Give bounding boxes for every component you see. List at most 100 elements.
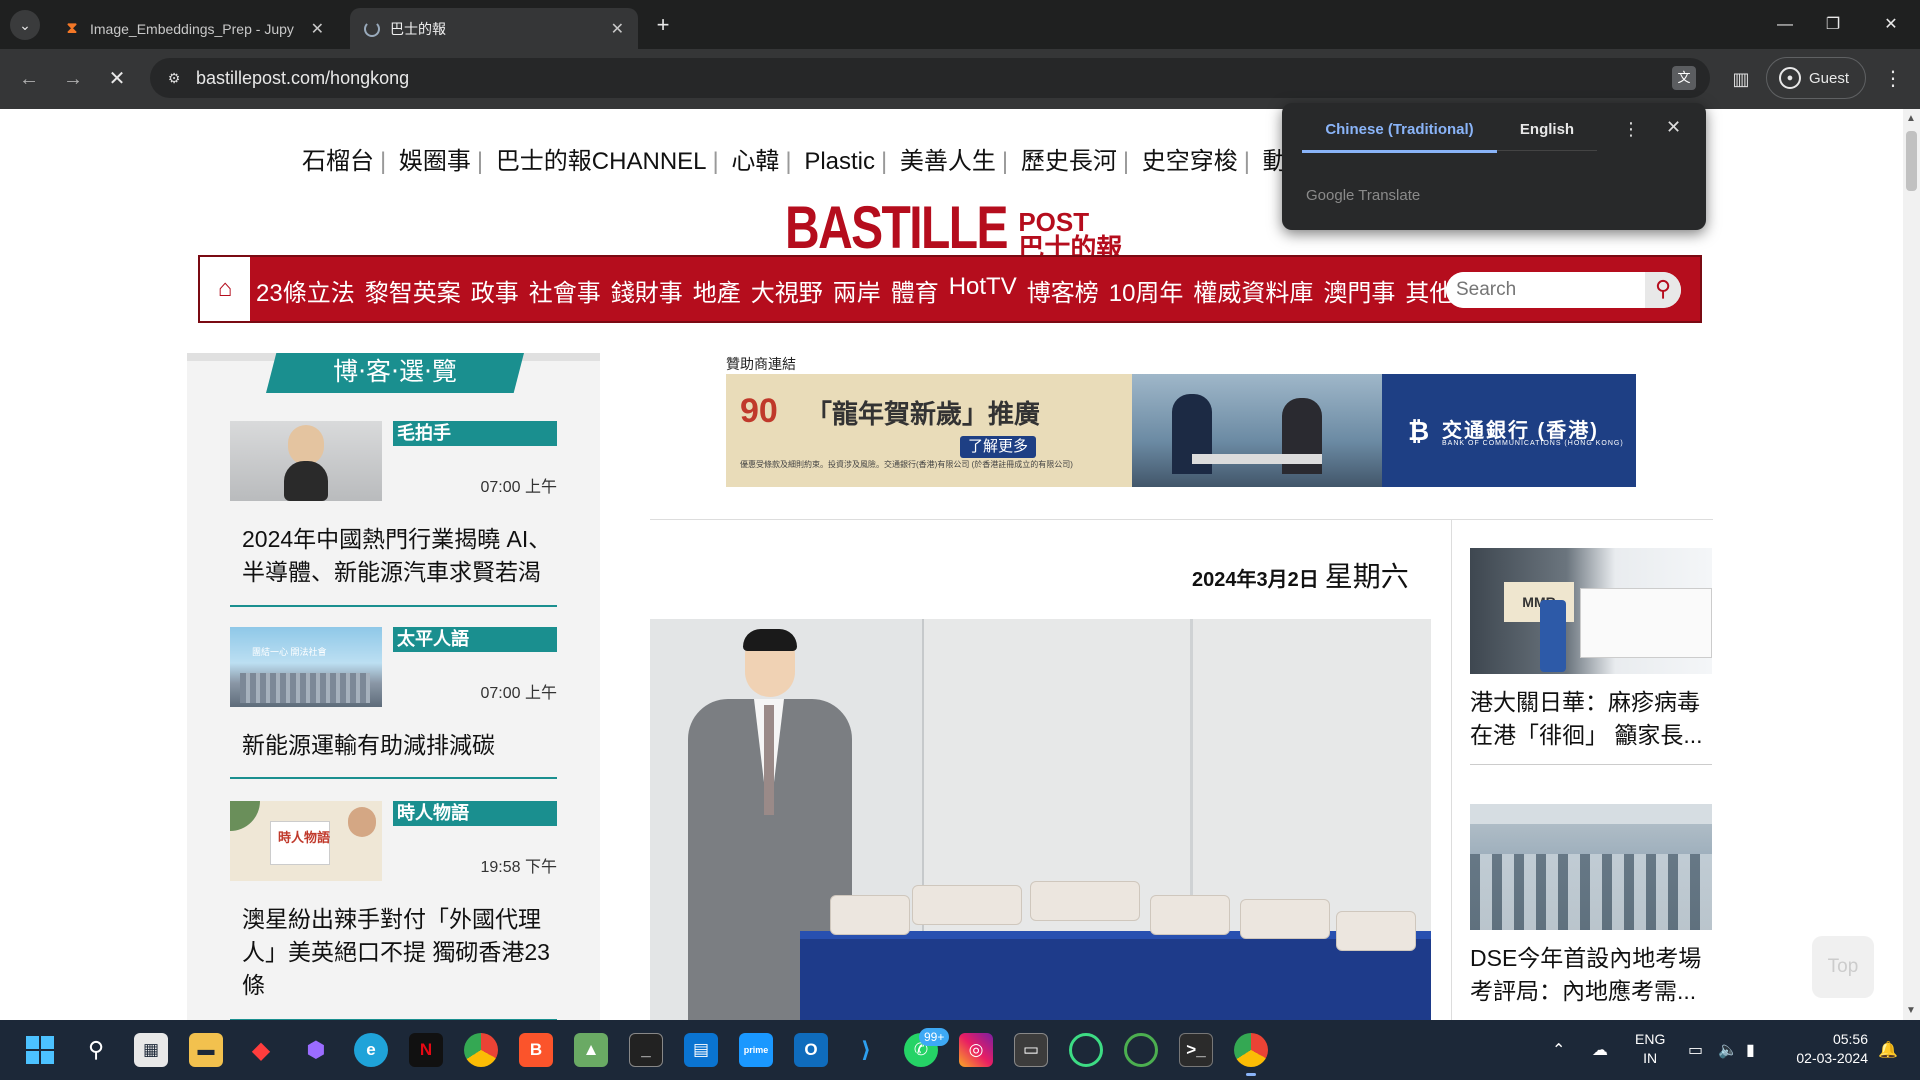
scrollbar-thumb[interactable]	[1906, 131, 1917, 191]
system-clock[interactable]: 05:56 02-03-2024	[1788, 1030, 1868, 1068]
chrome-icon[interactable]	[464, 1033, 498, 1067]
back-to-top-button[interactable]: Top	[1812, 936, 1874, 998]
photos-icon[interactable]: ▲	[574, 1033, 608, 1067]
search-icon[interactable]: ⚲	[79, 1033, 113, 1067]
main-nav-item[interactable]: 體育	[891, 273, 939, 308]
profile-button[interactable]: ● Guest	[1766, 57, 1866, 99]
page-scrollbar[interactable]: ▲ ▼	[1903, 109, 1920, 1020]
volume-icon[interactable]: 🔈	[1718, 1020, 1738, 1080]
blog-thumbnail[interactable]: 團結一心 開法社會	[230, 627, 382, 707]
minimize-button[interactable]: —	[1770, 10, 1800, 40]
top-nav-link[interactable]: 石榴台	[302, 148, 374, 175]
top-nav-link[interactable]: 心韓	[731, 148, 779, 175]
news-image[interactable]	[1470, 804, 1712, 930]
tab-jupyter[interactable]: ⧗ Image_Embeddings_Prep - Jupy ✕	[50, 8, 338, 49]
top-nav-link[interactable]: 娛圈事	[399, 148, 471, 175]
close-icon[interactable]: ✕	[1666, 117, 1681, 138]
blog-tag[interactable]: 時人物語	[393, 801, 557, 826]
source-language-tab[interactable]: Chinese (Traditional)	[1302, 121, 1497, 153]
target-language-tab[interactable]: English	[1497, 121, 1597, 151]
top-nav-link[interactable]: 史空穿梭	[1142, 148, 1238, 175]
ad-cta-button[interactable]: 了解更多	[960, 436, 1037, 458]
blog-tag[interactable]: 毛拍手	[393, 421, 557, 446]
main-nav-item[interactable]: 錢財事	[611, 273, 683, 308]
network-icon[interactable]: ▭	[1688, 1020, 1703, 1080]
terminal-2-icon[interactable]: >_	[1179, 1033, 1213, 1067]
file-explorer-icon[interactable]: ▬	[189, 1033, 223, 1067]
blog-thumbnail[interactable]: 時人物語	[230, 801, 382, 881]
browser-menu-icon[interactable]: ⋮	[1878, 64, 1908, 94]
input-language[interactable]: ENG IN	[1635, 1030, 1665, 1068]
top-nav-link[interactable]: 美善人生	[900, 148, 996, 175]
main-nav-item[interactable]: 10周年	[1109, 273, 1184, 308]
main-nav-item[interactable]: HotTV	[949, 273, 1017, 308]
scroll-up-icon[interactable]: ▲	[1906, 113, 1916, 124]
netflix-icon[interactable]: N	[409, 1033, 443, 1067]
translate-icon[interactable]: 文	[1672, 66, 1696, 90]
top-nav-link[interactable]: 巴士的報CHANNEL	[496, 148, 707, 175]
prime-video-icon[interactable]: prime	[739, 1033, 773, 1067]
top-nav-link[interactable]: Plastic	[804, 148, 875, 175]
app-blue-icon[interactable]: ▤	[684, 1033, 718, 1067]
chrome-active-icon[interactable]	[1234, 1033, 1268, 1076]
search-input[interactable]	[1446, 272, 1646, 308]
news-title[interactable]: DSE今年首設內地考場 考評局：內地應考需...	[1470, 942, 1712, 1008]
show-hidden-icons[interactable]: ⌃	[1552, 1020, 1565, 1080]
news-image[interactable]: MMR	[1470, 548, 1712, 674]
main-nav-item[interactable]: 權威資料庫	[1193, 273, 1313, 308]
url-text[interactable]: bastillepost.com/hongkong	[196, 68, 409, 89]
windows-start-icon[interactable]	[23, 1033, 57, 1067]
app-window-icon[interactable]: ▭	[1014, 1033, 1048, 1067]
headline-photo[interactable]	[650, 619, 1431, 1020]
main-nav-item[interactable]: 澳門事	[1323, 273, 1395, 308]
blog-title[interactable]: 新能源運輸有助減排減碳	[242, 729, 552, 762]
outlook-icon[interactable]: O	[794, 1033, 828, 1067]
forward-button[interactable]: →	[58, 64, 88, 94]
news-title[interactable]: 港大關日華：麻疹病毒在港「徘徊」 籲家長...	[1470, 686, 1712, 752]
main-nav-item[interactable]: 23條立法	[256, 273, 355, 308]
address-bar[interactable]: ⚙ bastillepost.com/hongkong 文	[150, 58, 1710, 98]
battery-icon[interactable]: ▮	[1746, 1020, 1755, 1080]
search-icon[interactable]: ⚲	[1645, 272, 1681, 308]
blog-tag[interactable]: 太平人語	[393, 627, 557, 652]
tab-search-button[interactable]: ⌄	[10, 10, 40, 40]
blog-title[interactable]: 2024年中國熱門行業揭曉 AI、半導體、新能源汽車求賢若渴	[242, 523, 552, 589]
close-window-button[interactable]: ✕	[1876, 10, 1906, 40]
store-icon[interactable]: ▦	[134, 1033, 168, 1067]
site-info-icon[interactable]: ⚙	[164, 68, 184, 88]
home-icon[interactable]: ⌂	[200, 257, 250, 321]
tab-bastillepost[interactable]: 巴士的報 ✕	[350, 8, 638, 49]
main-nav-item[interactable]: 地產	[693, 273, 741, 308]
app-ring-icon[interactable]	[1069, 1033, 1103, 1067]
edge-icon[interactable]: e	[354, 1033, 388, 1067]
scroll-down-icon[interactable]: ▼	[1906, 1005, 1916, 1016]
side-panel-icon[interactable]: ▥	[1726, 64, 1756, 94]
close-tab-icon[interactable]: ✕	[311, 19, 324, 39]
app-diamond-icon[interactable]: ◆	[244, 1033, 278, 1067]
vscode-icon[interactable]: ⟩	[849, 1033, 883, 1067]
main-nav-item[interactable]: 博客榜	[1027, 273, 1099, 308]
restore-button[interactable]: ❐	[1818, 10, 1848, 40]
main-nav-item[interactable]: 政事	[471, 273, 519, 308]
instagram-icon[interactable]: ◎	[959, 1033, 993, 1067]
app-ring-2-icon[interactable]	[1124, 1033, 1158, 1067]
close-tab-icon[interactable]: ✕	[611, 19, 624, 39]
main-nav-item[interactable]: 兩岸	[833, 273, 881, 308]
back-button[interactable]: ←	[14, 64, 44, 94]
main-nav-item[interactable]: 大視野	[751, 273, 823, 308]
brave-icon[interactable]: B	[519, 1033, 553, 1067]
more-options-icon[interactable]: ⋮	[1622, 119, 1640, 140]
cloud-icon[interactable]: ☁	[1592, 1020, 1608, 1080]
top-nav-link[interactable]: 歷史長河	[1021, 148, 1117, 175]
blog-thumbnail[interactable]	[230, 421, 382, 501]
notifications-icon[interactable]: 🔔	[1878, 1020, 1898, 1080]
main-nav-item[interactable]: 黎智英案	[365, 273, 461, 308]
site-logo[interactable]: BASTILLE POST 巴士的報	[785, 193, 1122, 262]
stop-loading-button[interactable]: ✕	[102, 64, 132, 94]
app-hexagon-icon[interactable]: ⬢	[299, 1033, 333, 1067]
terminal-icon[interactable]: _	[629, 1033, 663, 1067]
main-nav-item[interactable]: 社會事	[529, 273, 601, 308]
new-tab-button[interactable]: +	[650, 12, 676, 38]
blog-title[interactable]: 澳星紛出辣手對付「外國代理人」美英絕口不提 獨砌香港23條	[242, 903, 552, 1002]
ad-banner[interactable]: 90 「龍年賀新歲」推廣 了解更多 優惠受條款及細則約束。投資涉及風險。交通銀行…	[726, 374, 1636, 487]
